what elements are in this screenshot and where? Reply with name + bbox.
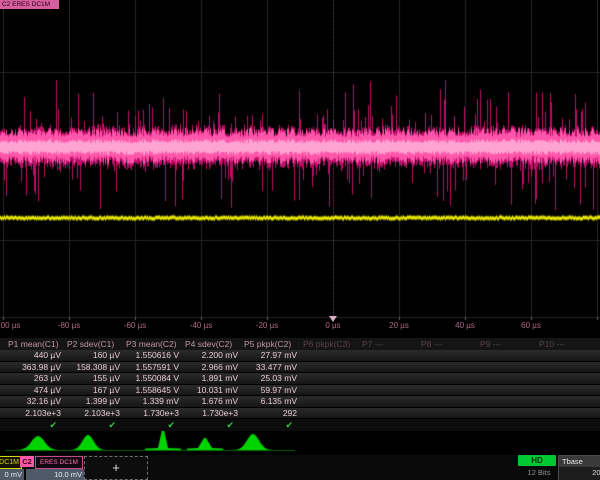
measurement-histicons	[0, 431, 600, 454]
param-header[interactable]: P3 mean(C2)	[126, 339, 185, 349]
param-value: 1.550616 V	[126, 350, 185, 360]
hd-mode-badge[interactable]: HD	[518, 455, 556, 466]
c2-coupling-label[interactable]: ERES DC1M	[35, 456, 83, 469]
timebase-value: 20.0 µs	[559, 467, 600, 479]
time-axis-label: -100 µs	[0, 321, 20, 330]
param-value: 474 µV	[8, 385, 67, 395]
param-status-check-icon: ✔	[8, 420, 67, 430]
time-axis-label: -40 µs	[190, 321, 212, 330]
param-value: 59.97 mV	[244, 385, 303, 395]
param-value: 10.031 mV	[185, 385, 244, 395]
trigger-position-marker[interactable]	[329, 316, 337, 322]
param-header[interactable]: P10 ---	[539, 339, 598, 349]
time-axis: -100 µs -80 µs -60 µs -40 µs -20 µs 0 µs 20 µs…	[0, 319, 600, 335]
c1-vdiv-value: 0 mV	[0, 469, 24, 480]
param-value: 32.16 µV	[8, 396, 67, 406]
param-value: 1.399 µV	[67, 396, 126, 406]
param-value: 167 µV	[67, 385, 126, 395]
param-header[interactable]: P9 ---	[480, 339, 539, 349]
measurement-table: P1 mean(C1)P2 sdev(C1)P3 mean(C2)P4 sdev…	[0, 338, 600, 431]
time-axis-label: -20 µs	[256, 321, 278, 330]
add-trace-button[interactable]: +	[84, 456, 148, 480]
param-value: 155 µV	[67, 373, 126, 383]
param-header[interactable]: P1 mean(C1)	[8, 339, 67, 349]
param-value: 160 µV	[67, 350, 126, 360]
param-value: 1.558645 V	[126, 385, 185, 395]
waveform-grid-canvas	[0, 0, 600, 336]
oscilloscope-screen: C2 ERES DC1M -100 µs -80 µs -60 µs -40 µs -2…	[0, 0, 600, 480]
param-status-check-icon: ✔	[126, 420, 185, 430]
plus-icon: +	[112, 460, 120, 475]
param-value: 292	[244, 408, 303, 418]
param-value: 25.03 mV	[244, 373, 303, 383]
param-value: 1.557591 V	[126, 362, 185, 372]
param-value: 1.550084 V	[126, 373, 185, 383]
time-axis-label: -80 µs	[58, 321, 80, 330]
param-value: 2.103e+3	[67, 408, 126, 418]
param-value: 1.891 mV	[185, 373, 244, 383]
param-value: 440 µV	[8, 350, 67, 360]
param-status-check-icon: ✔	[67, 420, 126, 430]
param-value: 158.308 µV	[67, 362, 126, 372]
param-value: 2.103e+3	[8, 408, 67, 418]
param-value: 1.730e+3	[185, 408, 244, 418]
time-axis-label: 60 µs	[521, 321, 541, 330]
param-header[interactable]: P5 pkpk(C2)	[244, 339, 303, 349]
channel-c1-descriptor[interactable]: DC1M	[0, 456, 22, 469]
time-axis-label: 0 µs	[325, 321, 340, 330]
param-header[interactable]: P6 pkpk(C3)	[303, 339, 362, 349]
param-header[interactable]: P8 ---	[421, 339, 480, 349]
param-header[interactable]: P4 sdev(C2)	[185, 339, 244, 349]
param-value: 263 µV	[8, 373, 67, 383]
c2-vdiv-value: 10.0 mV	[26, 469, 85, 480]
timebase-descriptor[interactable]: Tbase 20.0 µs	[558, 455, 600, 480]
param-value: 33.477 mV	[244, 362, 303, 372]
param-value: 2.200 mV	[185, 350, 244, 360]
param-value: 1.730e+3	[126, 408, 185, 418]
param-value: 363.98 µV	[8, 362, 67, 372]
param-value: 1.339 mV	[126, 396, 185, 406]
c1-coupling-label: DC1M	[0, 459, 19, 466]
time-axis-label: 20 µs	[389, 321, 409, 330]
timebase-label: Tbase	[559, 456, 600, 467]
param-value: 1.676 mV	[185, 396, 244, 406]
param-value: 27.97 mV	[244, 350, 303, 360]
param-value: 6.135 mV	[244, 396, 303, 406]
channel-c2-tab[interactable]: C2	[20, 456, 34, 467]
param-status-check-icon: ✔	[185, 420, 244, 430]
trace-annotation-badge: C2 ERES DC1M	[0, 0, 59, 9]
time-axis-label: 40 µs	[455, 321, 475, 330]
param-header[interactable]: P2 sdev(C1)	[67, 339, 126, 349]
param-status-check-icon: ✔	[244, 420, 303, 430]
descriptor-bar: DC1M 0 mV C2 ERES DC1M 10.0 mV + HD 12 B…	[0, 455, 600, 480]
time-axis-label: -60 µs	[124, 321, 146, 330]
param-value: 2.966 mV	[185, 362, 244, 372]
param-header[interactable]: P7 ---	[362, 339, 421, 349]
hd-bits-label: 12 Bits	[521, 468, 557, 477]
